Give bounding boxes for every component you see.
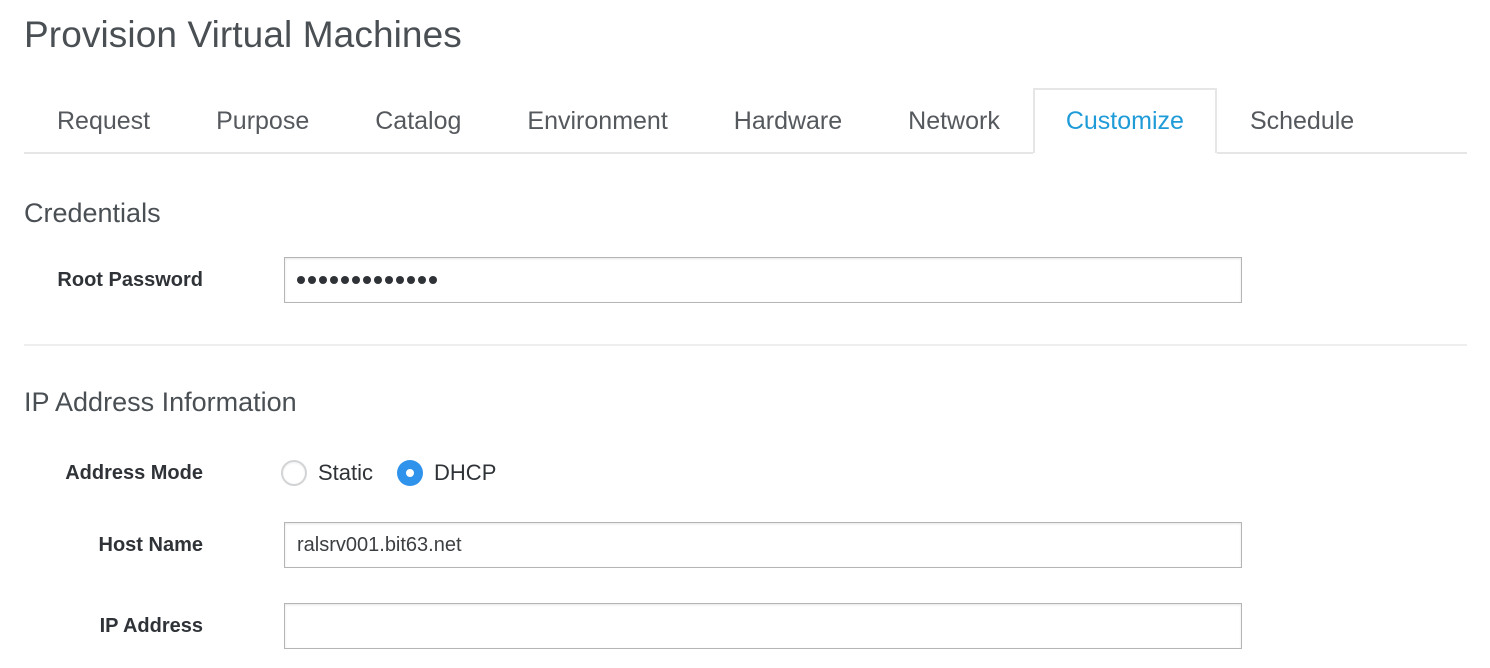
radio-option-static[interactable]: Static: [281, 460, 373, 486]
radio-option-dhcp[interactable]: DHCP: [397, 460, 496, 486]
ip-address-row: IP Address: [0, 603, 1490, 649]
host-name-row: Host Name: [0, 522, 1490, 568]
tab-list: Request Purpose Catalog Environment Hard…: [24, 88, 1387, 155]
address-mode-radio-group: Static DHCP: [281, 450, 496, 496]
radio-option-static-label: Static: [318, 460, 374, 485]
password-mask-dot: [374, 276, 382, 284]
tab-catalog[interactable]: Catalog: [342, 88, 494, 153]
radio-unchecked-icon: [281, 460, 307, 486]
root-password-row: Root Password: [0, 257, 1490, 303]
section-divider: [24, 344, 1467, 346]
tab-request[interactable]: Request: [24, 88, 183, 153]
password-mask-dot: [308, 276, 316, 284]
radio-option-dhcp-label: DHCP: [434, 460, 497, 485]
password-mask-dot: [330, 276, 338, 284]
tab-customize[interactable]: Customize: [1032, 88, 1218, 155]
password-mask-dot: [363, 276, 371, 284]
tab-hardware[interactable]: Hardware: [701, 88, 875, 153]
password-mask-dot: [319, 276, 327, 284]
password-mask-dot: [385, 276, 393, 284]
root-password-label: Root Password: [57, 268, 203, 291]
address-mode-label: Address Mode: [65, 461, 203, 484]
tab-bar: Request Purpose Catalog Environment Hard…: [24, 88, 1467, 155]
password-mask-dot: [407, 276, 415, 284]
tab-network[interactable]: Network: [875, 88, 1033, 153]
ip-address-information-section-title: IP Address Information: [24, 387, 297, 417]
password-mask-dot: [297, 276, 305, 284]
host-name-input[interactable]: [284, 522, 1242, 568]
password-mask-dot: [418, 276, 426, 284]
password-mask-dot: [352, 276, 360, 284]
password-mask-dot: [341, 276, 349, 284]
credentials-section-title: Credentials: [24, 198, 161, 228]
address-mode-row: Address Mode Static DHCP: [0, 450, 1490, 496]
password-mask-dot: [396, 276, 404, 284]
ip-address-input[interactable]: [284, 603, 1242, 649]
root-password-input[interactable]: [284, 257, 1242, 303]
host-name-label: Host Name: [98, 533, 203, 556]
tab-purpose[interactable]: Purpose: [183, 88, 342, 153]
tab-environment[interactable]: Environment: [494, 88, 700, 153]
radio-checked-icon: [397, 460, 424, 486]
ip-address-label: IP Address: [99, 614, 203, 637]
password-mask-dot: [429, 276, 437, 284]
tab-schedule[interactable]: Schedule: [1217, 88, 1387, 153]
page-title: Provision Virtual Machines: [24, 14, 462, 55]
